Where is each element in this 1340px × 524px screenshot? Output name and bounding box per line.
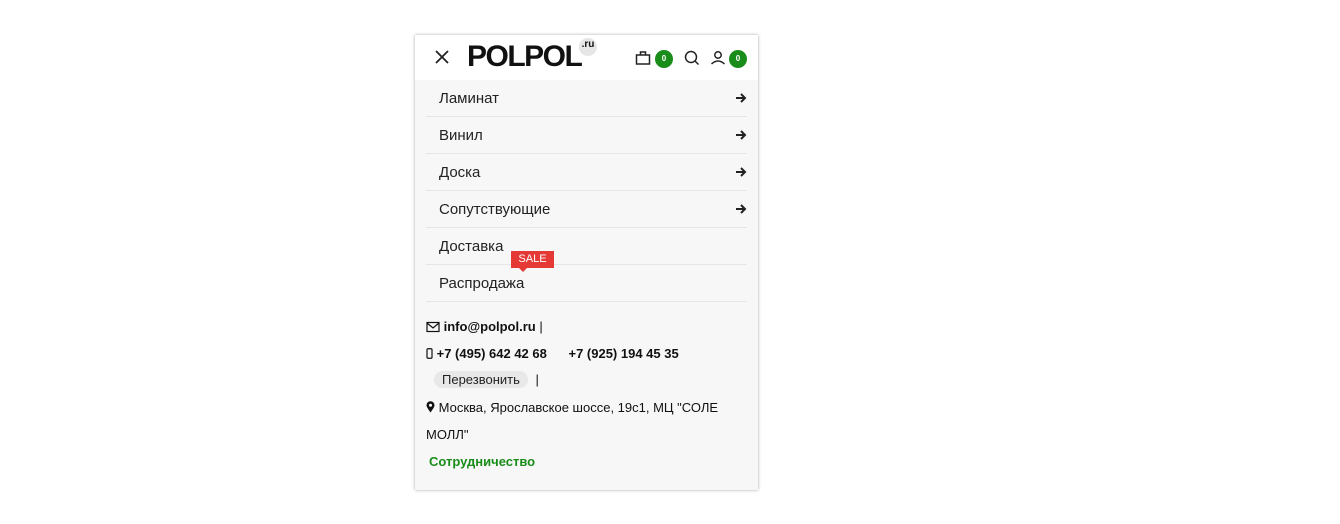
menu-item-label: Ламинат <box>439 90 500 107</box>
menu-item-accessories[interactable]: Сопутствующие <box>426 191 747 228</box>
account-count-badge: 0 <box>729 50 747 68</box>
address-row: Москва, Ярославское шоссе, 19с1, МЦ "СОЛ… <box>426 400 718 415</box>
arrow-right-icon <box>735 91 747 105</box>
arrow-right-icon <box>735 202 747 216</box>
address-line-1: Москва, Ярославское шоссе, 19с1, МЦ "СОЛ… <box>438 400 719 415</box>
menu-item-laminate[interactable]: Ламинат <box>426 80 747 117</box>
arrow-right-icon <box>735 128 747 142</box>
callback-button[interactable]: Перезвонить <box>434 371 528 388</box>
mobile-menu-panel: POLPOL .ru 0 0 Ламинат Винил Доска Сопут… <box>415 35 758 490</box>
email-row: info@polpol.ru | <box>426 319 543 334</box>
phones-row: +7 (495) 642 42 68 +7 (925) 194 45 35 <box>426 346 679 361</box>
menu-item-delivery[interactable]: Доставка <box>426 228 747 265</box>
cooperation-link-label: Сотрудничество <box>429 454 536 469</box>
menu-item-label: Винил <box>439 127 483 144</box>
cart-icon[interactable] <box>634 49 652 67</box>
menu-item-label: Сопутствующие <box>439 201 551 218</box>
phone-link-2[interactable]: +7 (925) 194 45 35 <box>568 346 678 361</box>
menu-item-vinyl[interactable]: Винил <box>426 117 747 154</box>
envelope-icon <box>426 321 440 333</box>
sale-badge: SALE <box>511 251 554 272</box>
mobile-phone-icon <box>426 348 433 359</box>
address-line-2: МОЛЛ" <box>426 427 469 442</box>
separator: | <box>535 372 539 387</box>
cooperation-link[interactable]: Сотрудничество <box>429 454 535 469</box>
email-link[interactable]: info@polpol.ru <box>444 319 536 334</box>
logo-domain-badge: .ru <box>579 38 597 56</box>
menu-item-sale[interactable]: SALE Распродажа <box>426 251 747 302</box>
logo[interactable]: POLPOL <box>467 41 583 73</box>
callback-row: Перезвонить | <box>434 371 539 388</box>
phone-link-1[interactable]: +7 (495) 642 42 68 <box>437 346 547 361</box>
menu-item-label: Распродажа <box>439 275 525 292</box>
menu-item-label: Доска <box>439 164 481 181</box>
menu-list: Ламинат Винил Доска Сопутствующие Достав… <box>426 80 747 302</box>
user-icon[interactable] <box>709 49 727 67</box>
map-pin-icon <box>426 401 435 413</box>
header: POLPOL .ru 0 0 <box>415 35 758 80</box>
arrow-right-icon <box>735 165 747 179</box>
menu-item-label: Доставка <box>439 238 504 255</box>
close-icon[interactable] <box>433 48 451 66</box>
menu-item-board[interactable]: Доска <box>426 154 747 191</box>
cart-count-badge: 0 <box>655 50 673 68</box>
search-icon[interactable] <box>683 49 701 67</box>
separator: | <box>539 319 543 334</box>
